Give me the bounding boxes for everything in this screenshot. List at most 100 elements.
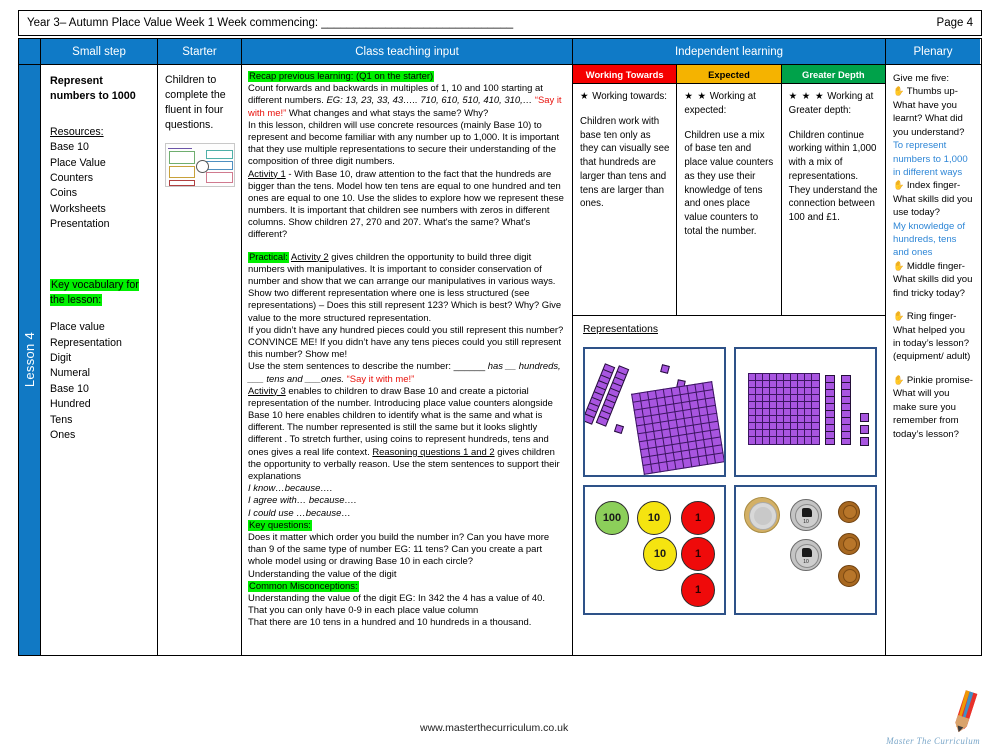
place-value-counters-panel: 100 10 10 1 1 1 [583,485,726,615]
vocabulary-item: Representation [50,336,122,349]
vocabulary-item: Base 10 [50,382,89,395]
level-heading-greater-depth: ★ ★ ★ Working at Greater depth: [788,91,874,116]
one-penny-coin [838,533,860,555]
recap-text: Count forwards and backwards in multiple… [248,83,562,119]
page-number: Page 4 [936,17,973,29]
misconception-item: Understanding the value of the digit EG:… [248,592,545,604]
resources-heading: Resources: [50,126,104,139]
star-icon: ★ ★ ★ [788,91,825,102]
small-step-title: Represent numbers to 1000 [50,75,136,102]
lesson-tab-column: Lesson 4 [19,65,41,655]
level-body-greater-depth: Children continue working within 1,000 w… [788,129,878,224]
resource-item: Presentation [50,217,110,230]
hand-icon: ✋ [893,260,905,271]
ten-pence-coin: 10 [790,539,822,571]
counter-1: 1 [681,573,715,607]
vocabulary-item: Digit [50,352,72,365]
vocabulary-item: Hundred [50,398,91,411]
level-greater-depth: Greater Depth ★ ★ ★ Working at Greater d… [781,65,885,315]
document-title: Year 3– Autumn Place Value Week 1 Week c… [27,17,514,29]
vocabulary-item: Place value [50,321,105,334]
level-label-working-towards: Working Towards [573,65,677,84]
activity-3: Activity 3 enables to children to draw B… [248,385,560,482]
misconceptions-heading: Common Misconceptions: [248,580,359,592]
unstructured-base-ten-panel [583,347,726,477]
header-plenary: Plenary [886,39,980,64]
stem-sentence: Use the stem sentences to describe the n… [248,361,561,385]
representations-title: Representations [583,324,658,335]
star-icon: ★ [580,91,590,102]
level-label-expected: Expected [677,65,781,84]
one-penny-coin [838,565,860,587]
hand-icon: ✋ [893,311,905,322]
key-vocabulary-list: Place value Representation Digit Numeral… [50,320,150,443]
plenary-item: ✋ Middle finger- What skills did you fin… [893,260,973,299]
lesson-intro-text: In this lesson, children will use concre… [248,119,560,168]
misconception-item: That you can only have 0-9 in each place… [248,605,479,617]
counter-10: 10 [637,501,671,535]
one-penny-coin [838,501,860,523]
plenary-answer: My knowledge of hundreds, tens and ones [893,220,965,259]
plenary-column: Give me five: ✋ Thumbs up- What have you… [886,65,980,655]
document-title-bar: Year 3– Autumn Place Value Week 1 Week c… [18,10,982,36]
logo-wordmark: Master The Curriculum [886,736,980,746]
stem-phrase: I could use …because… [248,507,351,519]
level-working-towards: Working Towards ★ Working towards: Child… [573,65,678,315]
level-label-greater-depth: Greater Depth [781,65,885,84]
independent-learning-column: Working Towards ★ Working towards: Child… [573,65,886,655]
vocabulary-item: Numeral [50,367,91,380]
misconception-item: That there are 10 tens in a hundred and … [248,617,532,629]
level-body-expected: Children use a mix of base ten and place… [684,129,774,237]
key-vocabulary-heading: Key vocabulary for the lesson: [50,279,139,307]
starter-text: Children to complete the fluent in four … [165,74,226,132]
table-body-row: Lesson 4 Represent numbers to 1000 Resou… [19,65,981,655]
level-expected: Expected ★ ★ Working at expected: Childr… [677,65,782,315]
activity-1: Activity 1 - With Base 10, draw attentio… [248,168,564,241]
differentiation-row: Working Towards ★ Working towards: Child… [573,65,885,316]
ten-pence-coin: 10 [790,499,822,531]
header-spacer [19,39,41,64]
header-starter: Starter [158,39,242,64]
resource-item: Base 10 [50,141,89,154]
one-pound-coin [744,497,780,533]
starter-column: Children to complete the fluent in four … [158,65,242,655]
convince-me-text: If you didn’t have any hundred pieces co… [248,324,564,361]
level-heading-working-towards: ★ Working towards: [580,91,667,102]
key-question: Understanding the value of the digit [248,568,397,580]
hand-icon: ✋ [893,180,905,191]
lesson-plan-table: Small step Starter Class teaching input … [18,38,982,656]
recap-heading: Recap previous learning: (Q1 on the star… [248,71,435,82]
level-body-working-towards: Children work with base ten only as they… [580,115,670,210]
counter-1: 1 [681,501,715,535]
table-header-row: Small step Starter Class teaching input … [19,39,981,65]
lesson-tab-label: Lesson 4 [22,332,37,388]
resource-item: Worksheets [50,202,106,215]
counter-100: 100 [595,501,629,535]
plenary-item: ✋ Pinkie promise- What will you make sur… [893,374,973,440]
plenary-item: ✋ Thumbs up- What have you learnt? What … [893,86,965,138]
activity-2: Practical: Activity 2 gives children the… [248,251,562,324]
header-class-teaching-input: Class teaching input [242,39,573,64]
hand-icon: ✋ [893,86,905,97]
resources-list: Base 10 Place Value Counters Coins Works… [50,140,150,232]
stem-phrase: I agree with… because…. [248,495,357,507]
vocabulary-item: Ones [50,428,76,441]
hand-icon: ✋ [893,374,905,385]
counter-1: 1 [681,537,715,571]
lesson-plan-page: Year 3– Autumn Place Value Week 1 Week c… [0,0,1000,750]
header-small-step: Small step [41,39,158,64]
plenary-item: ✋ Index finger- What skills did you use … [893,180,973,219]
small-step-column: Represent numbers to 1000 Resources: Bas… [41,65,158,655]
plenary-intro: Give me five: [893,73,949,84]
footer-url[interactable]: www.masterthecurriculum.co.uk [420,722,568,734]
coins-panel: 10 10 [734,485,877,615]
master-the-curriculum-logo: Master The Curriculum [866,690,986,748]
key-questions-heading: Key questions: [248,519,312,531]
vocabulary-item: Tens [50,413,73,426]
structured-base-ten-panel [734,347,877,477]
key-question: Does it matter which order you build the… [248,531,550,568]
plenary-item: ✋ Ring finger- What helped you in today’… [893,311,971,363]
fluent-in-four-slide-thumbnail [165,143,235,188]
header-independent-learning: Independent learning [573,39,886,64]
resource-item: Place Value Counters [50,156,106,184]
